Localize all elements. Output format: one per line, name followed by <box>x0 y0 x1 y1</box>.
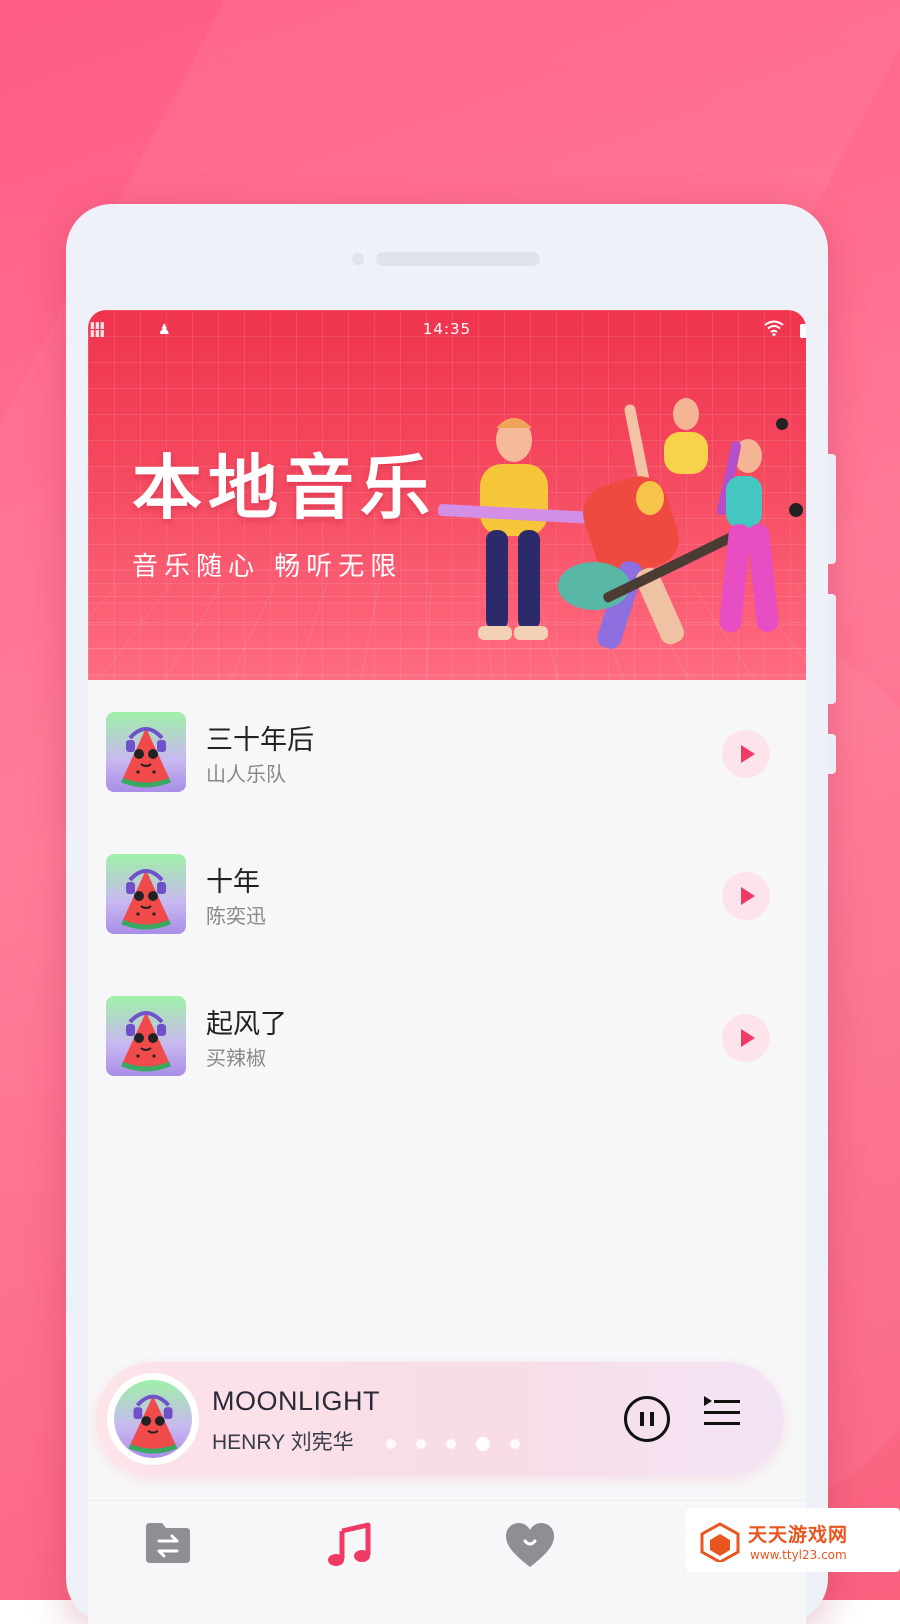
watermelon-mascot-icon <box>128 1394 178 1454</box>
song-artist: 陈奕迅 <box>206 904 266 928</box>
song-cover <box>106 712 186 792</box>
play-icon <box>741 887 755 905</box>
page-dot <box>416 1439 426 1449</box>
watermelon-mascot-icon <box>121 727 171 788</box>
phone-camera <box>352 253 364 265</box>
play-button[interactable] <box>722 1014 770 1062</box>
song-title: 起风了 <box>206 1009 287 1040</box>
pause-bar <box>640 1412 644 1426</box>
site-logo-icon <box>700 1522 740 1562</box>
watermelon-mascot-icon <box>121 869 171 930</box>
song-title: 三十年后 <box>206 725 314 756</box>
page-dot-active <box>476 1437 490 1451</box>
song-cover <box>106 854 186 934</box>
song-row[interactable]: 起风了 买辣椒 <box>88 996 806 1106</box>
app-screen: ▮▮▮ ▮▮▮ ♟ 14:35 本地音乐 音乐随心 畅听无限 三十年后 山人乐队… <box>88 310 806 1624</box>
page-dot <box>446 1439 456 1449</box>
song-cover <box>106 996 186 1076</box>
now-playing-cover <box>110 1376 196 1462</box>
status-time: 14:35 <box>422 320 472 338</box>
play-button[interactable] <box>722 730 770 778</box>
song-artist: 山人乐队 <box>206 762 286 786</box>
playlist-queue-icon[interactable] <box>702 1392 742 1432</box>
status-bar: ▮▮▮ ▮▮▮ ♟ 14:35 <box>88 310 806 350</box>
music-note-icon <box>328 1522 371 1566</box>
song-artist: 买辣椒 <box>206 1046 266 1070</box>
battery-icon <box>800 324 806 338</box>
site-watermark: 天天游戏网 www.ttyl23.com <box>686 1508 900 1572</box>
play-button[interactable] <box>722 872 770 920</box>
banner-title: 本地音乐 <box>132 447 436 529</box>
phone-frame: ▮▮▮ ▮▮▮ ♟ 14:35 本地音乐 音乐随心 畅听无限 三十年后 山人乐队… <box>66 204 836 1624</box>
tab-folder[interactable] <box>144 1521 204 1581</box>
tab-favorites[interactable] <box>504 1521 564 1581</box>
banner-subtitle: 音乐随心 畅听无限 <box>132 552 403 582</box>
watermelon-mascot-icon <box>121 1011 171 1072</box>
player-page-indicator <box>386 1434 540 1453</box>
page-dot <box>510 1439 520 1449</box>
band-illustration <box>437 398 803 649</box>
folder-transfer-icon <box>146 1523 190 1563</box>
now-playing-bar[interactable]: MOONLIGHT HENRY 刘宪华 <box>96 1362 784 1476</box>
song-row[interactable]: 三十年后 山人乐队 <box>88 712 806 822</box>
phone-side-button <box>828 454 836 564</box>
watermark-url: www.ttyl23.com <box>750 1548 847 1562</box>
now-playing-cover-art <box>114 1380 192 1458</box>
wifi-icon <box>764 320 784 340</box>
song-title: 十年 <box>206 867 260 898</box>
local-music-banner: ▮▮▮ ▮▮▮ ♟ 14:35 本地音乐 音乐随心 畅听无限 <box>88 310 806 680</box>
pause-button[interactable] <box>624 1396 670 1442</box>
tab-music[interactable] <box>326 1521 386 1581</box>
phone-side-button <box>828 734 836 774</box>
watermark-name: 天天游戏网 <box>748 1524 849 1546</box>
page-dot <box>386 1439 396 1449</box>
pause-bar <box>650 1412 654 1426</box>
now-playing-artist: HENRY 刘宪华 <box>212 1431 354 1454</box>
phone-speaker <box>376 252 540 266</box>
now-playing-title: MOONLIGHT <box>212 1386 381 1416</box>
play-icon <box>741 1029 755 1047</box>
heart-icon <box>506 1523 554 1567</box>
song-row[interactable]: 十年 陈奕迅 <box>88 854 806 964</box>
play-icon <box>741 745 755 763</box>
wifi-svg <box>764 320 784 336</box>
phone-side-button <box>828 594 836 704</box>
